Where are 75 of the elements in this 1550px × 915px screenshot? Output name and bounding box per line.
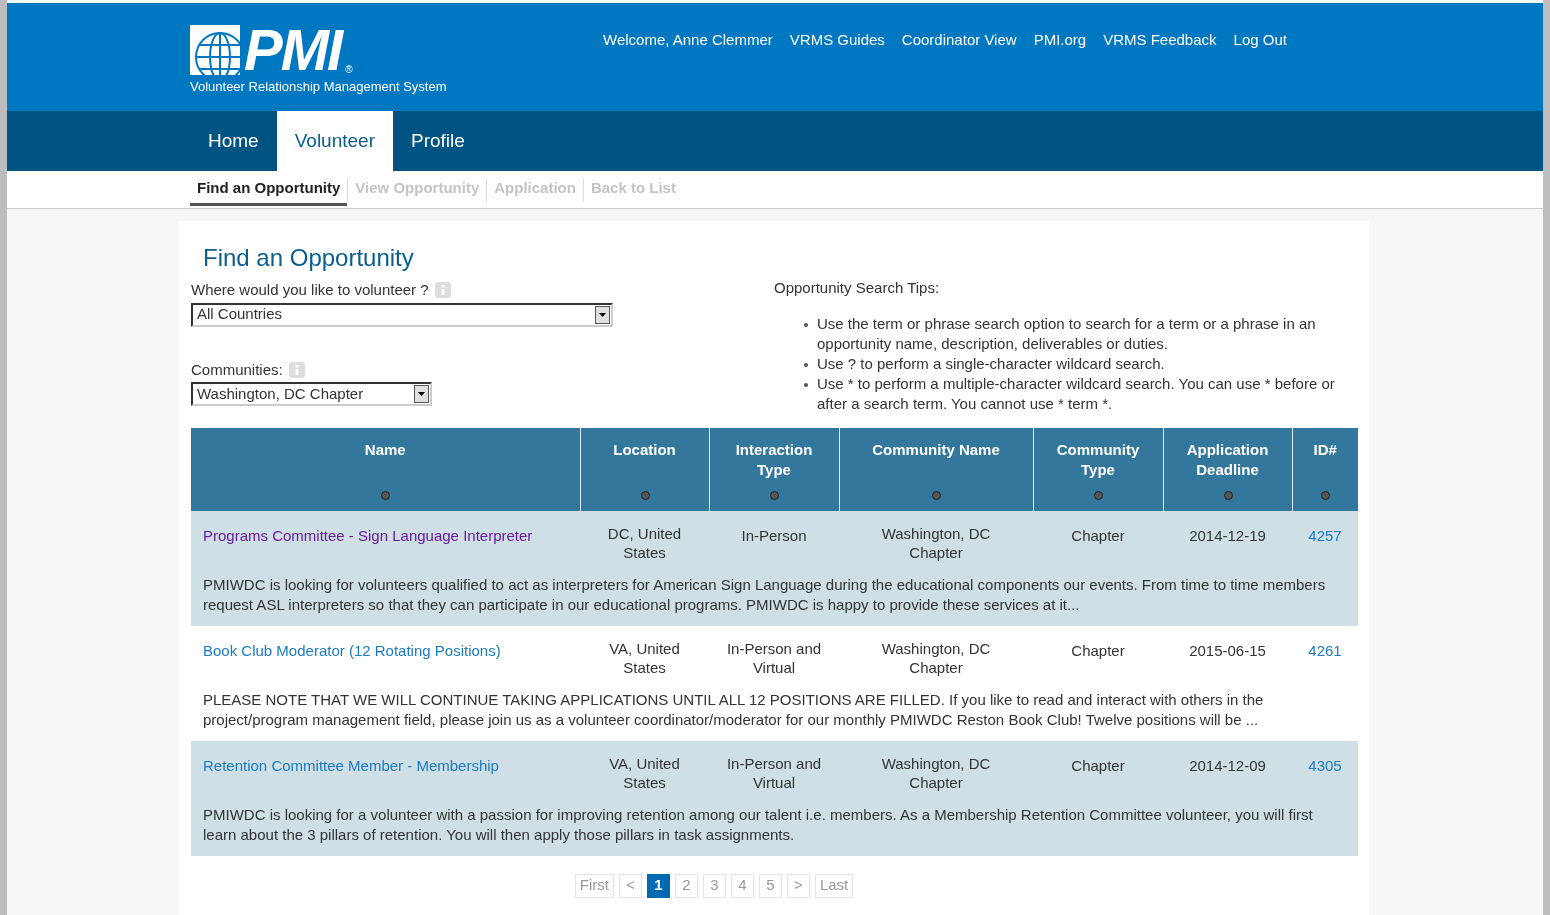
info-icon bbox=[434, 282, 451, 299]
page-button[interactable]: First bbox=[574, 873, 614, 898]
opportunity-description: PMIWDC is looking for volunteers qualified to act as interpreters for American Sign Language during the educational components our events. From time to time members request ASL interpreters so that they can participate in our educational programs. PMIWDC is happy to provide these services at it... bbox=[203, 574, 1327, 615]
table-cell-text: VA, United States bbox=[608, 753, 681, 792]
column-header[interactable]: Location bbox=[580, 427, 709, 511]
page-button[interactable]: > bbox=[786, 873, 810, 898]
field-label: Where would you like to volunteer ? bbox=[191, 280, 429, 300]
sort-icon[interactable] bbox=[932, 490, 941, 500]
logo-text: PMI bbox=[244, 25, 342, 75]
opportunity-link[interactable]: Retention Committee Member - Membership bbox=[203, 756, 499, 774]
globe-icon bbox=[190, 25, 240, 75]
page-button[interactable]: < bbox=[618, 873, 642, 898]
registered-mark: ® bbox=[345, 65, 353, 75]
sort-icon[interactable] bbox=[381, 490, 391, 500]
table-cell-text: In-Person and Virtual bbox=[725, 638, 823, 677]
bullet-icon bbox=[804, 382, 808, 387]
header-link[interactable]: VRMS Guides bbox=[789, 29, 885, 49]
info-icon bbox=[288, 361, 305, 378]
page-button[interactable]: Last bbox=[814, 873, 854, 898]
sort-icon[interactable] bbox=[770, 490, 779, 500]
table-cell-text: In-Person and Virtual bbox=[725, 753, 823, 792]
page-button[interactable]: 1 bbox=[646, 873, 670, 898]
id-link[interactable]: 4257 bbox=[1308, 526, 1342, 544]
tip-text: Use * to perform a multiple-character wildcard search. You can use * before or after a search term. You cannot use * term *. bbox=[817, 373, 1336, 414]
sort-icon[interactable] bbox=[1094, 490, 1103, 500]
header-link[interactable]: Welcome, Anne Clemmer bbox=[603, 29, 773, 49]
opportunity-link[interactable]: Programs Committee - Sign Language Interpreter bbox=[203, 526, 533, 544]
tip-text: Use the term or phrase search option to search for a term or a phrase in an opportunity name, description, deliverables or duties. bbox=[817, 313, 1317, 354]
sort-icon[interactable] bbox=[640, 490, 650, 500]
page-button[interactable]: 5 bbox=[758, 873, 782, 898]
tip-text: Use ? to perform a single-character wildcard search. bbox=[817, 353, 1165, 374]
sort-icon[interactable] bbox=[1223, 490, 1233, 500]
table-cell: Chapter bbox=[1071, 755, 1125, 775]
select-field[interactable]: All Countries bbox=[191, 302, 613, 327]
opportunity-description: PMIWDC is looking for a volunteer with a passion for improving retention among our talent i.e. members. As a Membership Retention Committee volunteer, you will first learn about the 3 pillars of retention. You will then apply those pillars in task assignments. bbox=[203, 804, 1314, 845]
subnav-tab[interactable]: Find an Opportunity bbox=[190, 177, 348, 206]
table-cell-text: Washington, DC Chapter bbox=[880, 638, 992, 677]
column-header[interactable]: Community Type bbox=[1033, 427, 1163, 511]
opportunity-link[interactable]: Book Club Moderator (12 Rotating Positions) bbox=[203, 641, 501, 659]
page-button[interactable]: 2 bbox=[674, 873, 698, 898]
column-header[interactable]: ID# bbox=[1292, 427, 1358, 511]
table-cell-text: Washington, DC Chapter bbox=[880, 753, 992, 792]
table-cell: 2015-06-15 bbox=[1189, 640, 1266, 660]
header-link[interactable]: PMI.org bbox=[1033, 29, 1087, 49]
table-cell: 2014-12-19 bbox=[1189, 525, 1266, 545]
id-link[interactable]: 4261 bbox=[1308, 641, 1342, 659]
opportunity-description: PLEASE NOTE THAT WE WILL CONTINUE TAKING APPLICATIONS UNTIL ALL 12 POSITIONS ARE FILLED. If you like to read and interact with others in the project/program management field, please join us as a volunteer coordinator/moderator for our monthly PMIWDC Reston Book Club! Twelve positions will be ... bbox=[203, 689, 1265, 730]
page-title: Find an Opportunity bbox=[203, 243, 415, 273]
column-header[interactable]: Community Name bbox=[839, 427, 1033, 511]
table-cell-text: Washington, DC Chapter bbox=[880, 523, 992, 562]
bullet-icon bbox=[804, 322, 808, 327]
nav-tab[interactable]: Profile bbox=[393, 111, 483, 171]
select-field[interactable]: Washington, DC Chapter bbox=[191, 382, 432, 406]
table-cell: 2014-12-09 bbox=[1189, 755, 1266, 775]
bullet-icon bbox=[804, 362, 808, 367]
table-cell-text: VA, United States bbox=[608, 638, 681, 677]
page-button[interactable]: 4 bbox=[730, 873, 754, 898]
site-subtitle: Volunteer Relationship Management System bbox=[190, 78, 448, 96]
header-link[interactable]: Coordinator View bbox=[901, 29, 1017, 49]
sort-icon[interactable] bbox=[1321, 490, 1331, 500]
table-cell: In-Person bbox=[741, 525, 807, 545]
header-link[interactable]: Log Out bbox=[1233, 29, 1287, 49]
nav-tab[interactable]: Home bbox=[190, 111, 277, 171]
tips-title: Opportunity Search Tips: bbox=[774, 278, 941, 298]
table-cell: Chapter bbox=[1071, 640, 1125, 660]
nav-tab[interactable]: Volunteer bbox=[276, 111, 393, 171]
table-cell: Chapter bbox=[1071, 525, 1125, 545]
column-header[interactable]: Interaction Type bbox=[709, 427, 839, 511]
field-label: Communities: bbox=[191, 359, 283, 380]
header-link[interactable]: VRMS Feedback bbox=[1103, 29, 1217, 49]
id-link[interactable]: 4305 bbox=[1308, 756, 1342, 774]
table-cell-text: DC, United States bbox=[606, 523, 683, 562]
column-header[interactable]: Application Deadline bbox=[1163, 427, 1292, 511]
page-button[interactable]: 3 bbox=[702, 873, 726, 898]
column-header[interactable]: Name bbox=[191, 427, 580, 511]
